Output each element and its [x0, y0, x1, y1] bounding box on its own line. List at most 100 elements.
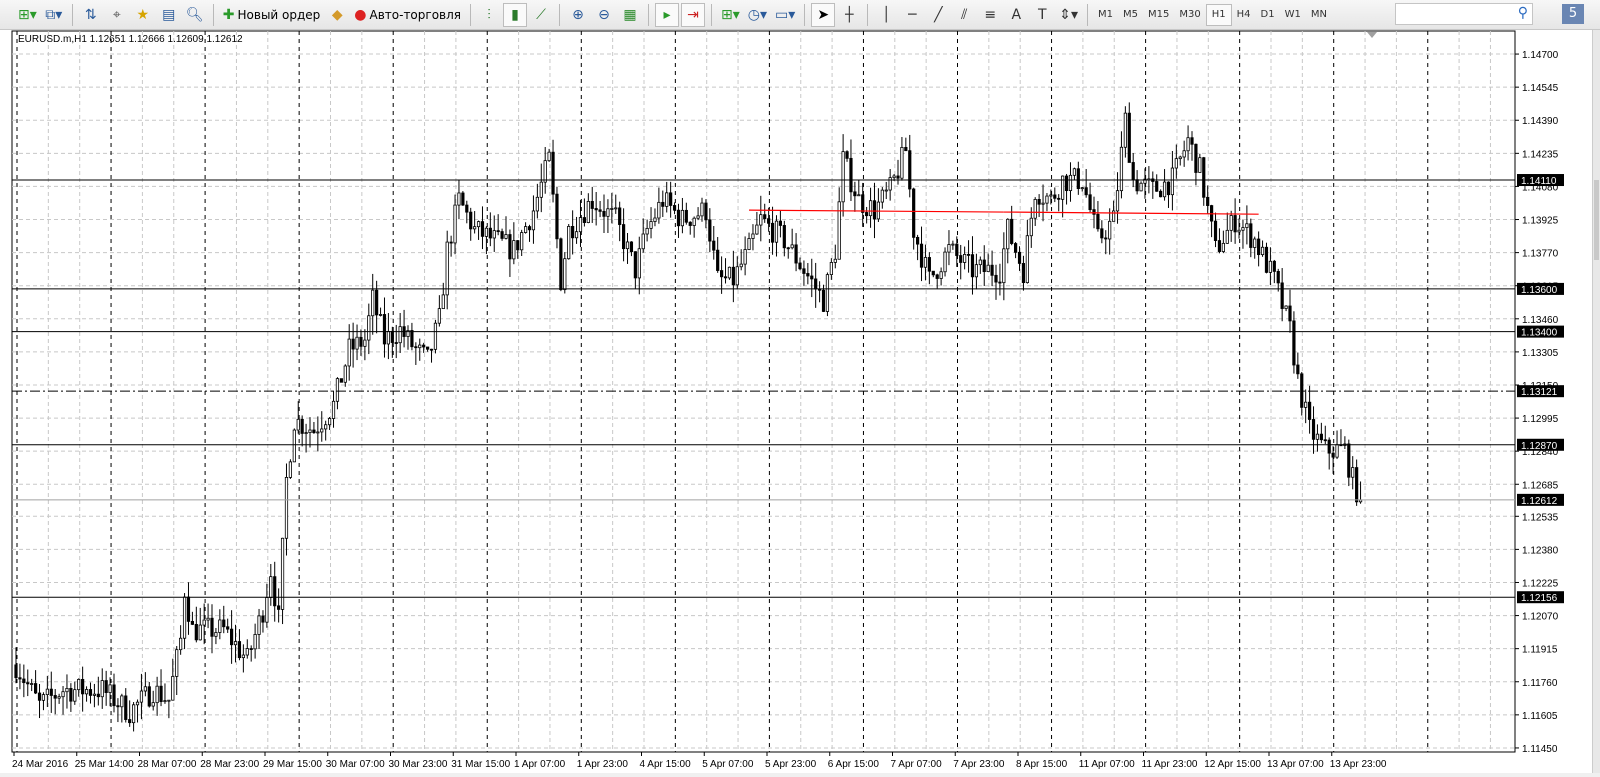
bear-candle — [1319, 433, 1323, 441]
y-tick-label: 1.12070 — [1522, 612, 1559, 623]
bull-candle — [567, 226, 571, 260]
zoom-in-button[interactable]: ⊕ — [566, 3, 590, 27]
timeframe-h1[interactable]: H1 — [1205, 3, 1232, 26]
bull-candle — [759, 214, 763, 226]
bull-candle — [649, 221, 653, 229]
data-window-button[interactable]: ⌖ — [105, 3, 129, 27]
profiles-button[interactable]: ⧉▾ — [42, 3, 66, 27]
text-icon: A — [1011, 6, 1022, 23]
bear-candle — [802, 268, 806, 274]
bull-candle — [829, 262, 833, 276]
search-input[interactable]: ⚲ — [1395, 3, 1533, 25]
bar-chart-button[interactable]: ⫶ — [477, 3, 501, 27]
bull-candle — [139, 690, 144, 703]
timeframe-m15[interactable]: M15 — [1143, 4, 1174, 26]
bull-candle — [179, 637, 183, 651]
metaeditor-button[interactable]: ◆ — [325, 3, 349, 27]
timeframe-w1[interactable]: W1 — [1280, 4, 1306, 26]
crosshair-button[interactable]: ┼ — [837, 3, 861, 27]
zoom-out-icon: ⊖ — [598, 6, 610, 23]
tester-button[interactable]: 🔍︎ — [183, 3, 207, 27]
y-tick-label: 1.12225 — [1522, 578, 1559, 589]
text-button[interactable]: A — [1004, 3, 1028, 27]
chart-shift-button[interactable]: ⇥ — [681, 2, 705, 27]
bear-candle — [1100, 228, 1104, 239]
bull-candle — [974, 264, 979, 278]
text-label-button[interactable]: T — [1030, 3, 1054, 27]
bear-candle — [1017, 251, 1022, 264]
timeframe-mn[interactable]: MN — [1306, 4, 1332, 26]
y-tick-label: 1.14545 — [1522, 83, 1559, 94]
templates-button[interactable]: ▭▾ — [772, 3, 798, 27]
bull-candle — [1139, 182, 1143, 192]
auto-scroll-button[interactable]: ▸ — [655, 2, 679, 27]
periods-button[interactable]: ◷▾ — [745, 3, 770, 27]
bull-candle — [151, 702, 155, 707]
horizontal-line-button[interactable]: ─ — [900, 3, 924, 27]
bull-candle — [233, 641, 238, 646]
bear-candle — [339, 378, 343, 383]
bull-candle — [324, 424, 328, 430]
bear-candle — [861, 194, 865, 213]
line-chart-icon: ⟋ — [536, 6, 546, 23]
trendline-button[interactable]: ╱ — [926, 3, 950, 27]
bear-candle — [1213, 220, 1218, 241]
bear-candle — [1347, 443, 1351, 478]
bear-candle — [425, 346, 430, 350]
bull-candle — [547, 151, 551, 162]
price-chart[interactable]: 1.147001.145451.143901.142351.140801.139… — [0, 30, 1592, 773]
indicators-button[interactable]: ⊞▾ — [718, 3, 743, 27]
bull-candle — [155, 685, 159, 704]
bull-candle — [1119, 146, 1124, 192]
auto-trading-button[interactable]: ● Авто-торговля — [351, 3, 464, 27]
zoom-out-button[interactable]: ⊖ — [592, 3, 616, 27]
fibonacci-button[interactable]: ≡ — [978, 3, 1002, 27]
y-tick-label: 1.12685 — [1522, 480, 1559, 491]
y-tick-label: 1.11760 — [1522, 678, 1558, 689]
bear-candle — [382, 314, 387, 345]
bear-candle — [469, 211, 473, 230]
horizontal-line-icon: ─ — [908, 6, 917, 23]
timeframe-h4[interactable]: H4 — [1232, 4, 1256, 26]
vertical-line-button[interactable]: │ — [874, 3, 898, 27]
chart-window[interactable]: 1.14700 1.14545 1.14390 1.14235 1.14080 1.139… — [0, 30, 1592, 773]
new-chart-button[interactable]: ⊞▾ — [15, 3, 40, 27]
bull-candle — [167, 699, 171, 702]
bull-candle — [182, 596, 187, 639]
candlestick-button[interactable]: ▮ — [503, 2, 527, 27]
indicators-icon: ⊞▾ — [721, 6, 740, 23]
arrows-button[interactable]: ⇕▾ — [1056, 3, 1081, 27]
bear-candle — [794, 244, 798, 264]
bear-candle — [1311, 419, 1316, 440]
bull-candle — [476, 221, 481, 228]
bear-candle — [712, 240, 716, 251]
tile-windows-button[interactable]: ▦ — [618, 3, 642, 27]
market-watch-button[interactable]: ⇅ — [79, 3, 103, 27]
terminal-button[interactable]: ▤ — [157, 3, 181, 27]
bear-candle — [461, 192, 465, 206]
equidistant-channel-button[interactable]: ⫽ — [952, 3, 976, 27]
bear-candle — [994, 274, 998, 283]
timeframe-m30[interactable]: M30 — [1174, 4, 1205, 26]
bear-candle — [34, 683, 38, 694]
line-chart-button[interactable]: ⟋ — [529, 3, 553, 27]
new-order-button[interactable]: ✚ Новый ордер — [220, 3, 324, 27]
bear-candle — [1257, 238, 1261, 256]
bear-candle — [26, 682, 30, 685]
scrollbar-thumb[interactable] — [1594, 180, 1599, 260]
bear-candle — [1292, 320, 1296, 366]
y-tick-label: 1.13460 — [1522, 315, 1559, 326]
bull-candle — [923, 257, 928, 268]
timeframe-d1[interactable]: D1 — [1256, 4, 1280, 26]
notifications-badge[interactable]: 5 — [1562, 4, 1584, 24]
vertical-scrollbar[interactable] — [1592, 30, 1600, 773]
bear-candle — [414, 346, 418, 349]
bull-candle — [316, 431, 320, 434]
timeframe-m1[interactable]: M1 — [1093, 4, 1118, 26]
bull-candle — [1029, 217, 1033, 237]
timeframe-m5[interactable]: M5 — [1118, 4, 1143, 26]
bull-candle — [524, 226, 528, 233]
bear-candle — [112, 684, 116, 707]
navigator-button[interactable]: ★ — [131, 3, 155, 27]
cursor-button[interactable]: ➤ — [811, 2, 836, 27]
